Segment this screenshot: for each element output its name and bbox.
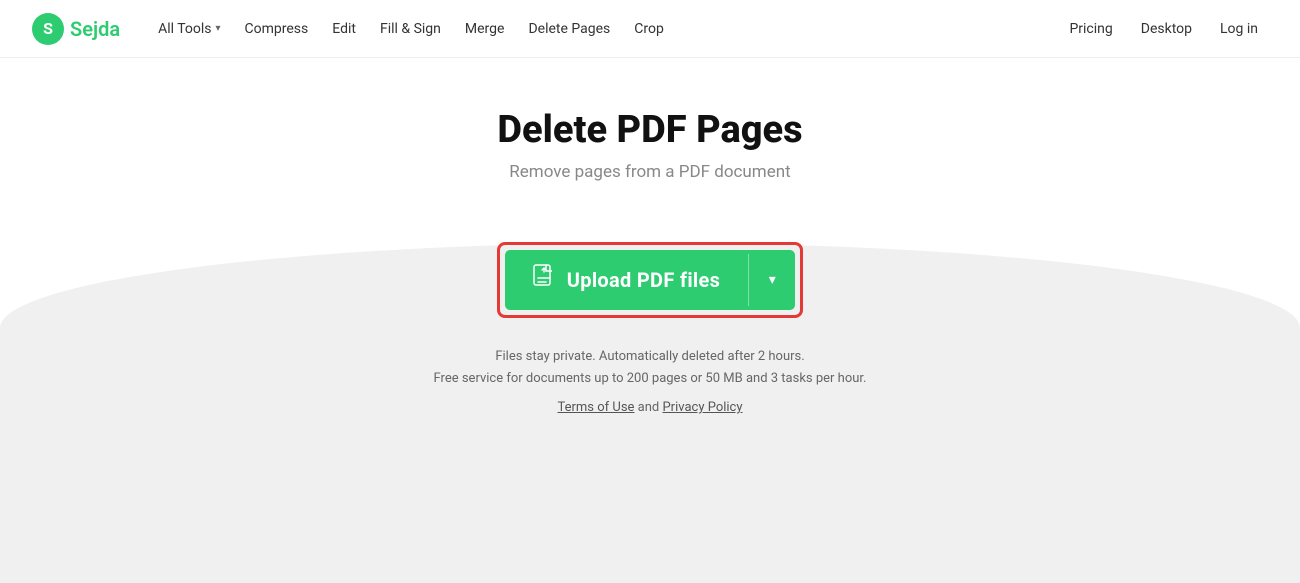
logo-letter: S (43, 19, 53, 38)
chevron-down-icon: ▾ (769, 272, 776, 288)
nav-label-merge: Merge (465, 21, 505, 37)
privacy-text-1: Files stay private. Automatically delete… (434, 346, 867, 390)
nav-item-login[interactable]: Log in (1210, 15, 1268, 43)
upload-dropdown-button[interactable]: ▾ (749, 254, 795, 306)
page-subtitle: Remove pages from a PDF document (509, 162, 790, 182)
nav-label-pricing: Pricing (1069, 21, 1112, 37)
nav-item-all-tools[interactable]: All Tools ▾ (148, 15, 230, 43)
main-content: Delete PDF Pages Remove pages from a PDF… (0, 58, 1300, 583)
privacy-line2: Free service for documents up to 200 pag… (434, 371, 867, 386)
nav-item-compress[interactable]: Compress (235, 15, 319, 43)
upload-btn-main[interactable]: Upload PDF files (505, 250, 748, 310)
privacy-line1: Files stay private. Automatically delete… (495, 349, 804, 364)
pdf-upload-icon (533, 264, 555, 296)
and-text: and (638, 400, 663, 415)
privacy-link[interactable]: Privacy Policy (662, 400, 742, 415)
nav-label-all-tools: All Tools (158, 21, 211, 37)
nav-item-pricing[interactable]: Pricing (1059, 15, 1122, 43)
upload-button[interactable]: Upload PDF files ▾ (505, 250, 795, 310)
logo-icon: S (32, 13, 64, 45)
links-row: Terms of Use and Privacy Policy (557, 400, 742, 415)
nav-label-delete-pages: Delete Pages (528, 21, 610, 37)
nav-label-fill-sign: Fill & Sign (380, 21, 441, 37)
page-title: Delete PDF Pages (497, 108, 802, 152)
nav-right: Pricing Desktop Log in (1059, 15, 1268, 43)
terms-link[interactable]: Terms of Use (557, 400, 634, 415)
nav-item-delete-pages[interactable]: Delete Pages (518, 15, 620, 43)
content-area: Delete PDF Pages Remove pages from a PDF… (0, 58, 1300, 415)
nav-item-edit[interactable]: Edit (322, 15, 366, 43)
chevron-down-icon: ▾ (216, 23, 221, 34)
logo-link[interactable]: S Sejda (32, 13, 120, 45)
nav-item-desktop[interactable]: Desktop (1131, 15, 1202, 43)
main-nav: All Tools ▾ Compress Edit Fill & Sign Me… (148, 15, 1059, 43)
nav-item-fill-sign[interactable]: Fill & Sign (370, 15, 451, 43)
nav-label-crop: Crop (634, 21, 664, 37)
nav-label-desktop: Desktop (1141, 21, 1192, 37)
upload-wrapper: Upload PDF files ▾ (497, 242, 803, 318)
logo-name: Sejda (70, 17, 120, 41)
nav-item-crop[interactable]: Crop (624, 15, 674, 43)
nav-label-edit: Edit (332, 21, 356, 37)
nav-label-compress: Compress (245, 21, 309, 37)
upload-label: Upload PDF files (567, 268, 720, 292)
header: S Sejda All Tools ▾ Compress Edit Fill &… (0, 0, 1300, 58)
nav-label-login: Log in (1220, 21, 1258, 37)
nav-item-merge[interactable]: Merge (455, 15, 515, 43)
